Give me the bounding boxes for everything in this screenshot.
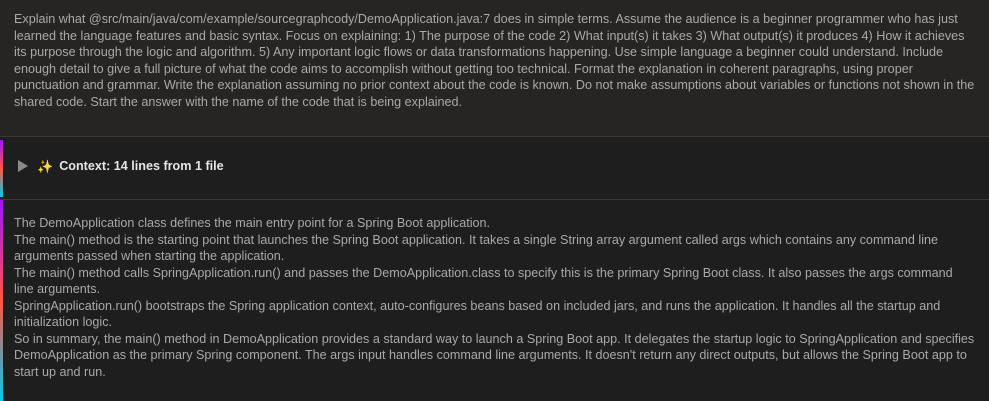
human-message-text: Explain what @src/main/java/com/example/… [14, 12, 975, 109]
chat-transcript: Explain what @src/main/java/com/example/… [0, 0, 989, 401]
context-label: Context: 14 lines from 1 file [59, 159, 224, 173]
assistant-message: The DemoApplication class defines the ma… [0, 200, 989, 401]
assistant-paragraph: The main() method is the starting point … [14, 232, 939, 264]
accent-bar [0, 140, 3, 197]
human-message: Explain what @src/main/java/com/example/… [0, 0, 989, 136]
divider [0, 136, 989, 137]
context-toggle[interactable]: ✨ Context: 14 lines from 1 file [18, 159, 224, 173]
accent-bar [0, 200, 3, 401]
assistant-paragraph: The DemoApplication class defines the ma… [14, 216, 491, 230]
assistant-paragraph: So in summary, the main() method in Demo… [14, 331, 975, 379]
context-section: ✨ Context: 14 lines from 1 file [0, 140, 989, 197]
assistant-paragraph: SpringApplication.run() bootstraps the S… [14, 298, 941, 330]
expand-triangle-icon [18, 160, 28, 172]
assistant-paragraph: The main() method calls SpringApplicatio… [14, 265, 953, 297]
sparkle-icon: ✨ [37, 158, 54, 174]
